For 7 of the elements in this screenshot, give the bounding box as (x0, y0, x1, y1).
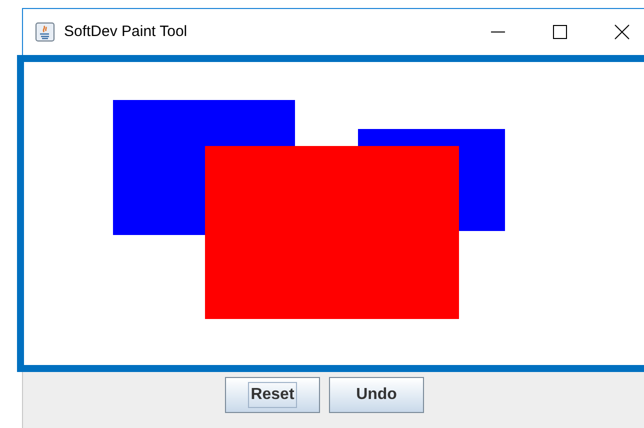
maximize-icon[interactable] (552, 24, 568, 40)
drawing-canvas[interactable] (17, 55, 644, 372)
app-icon (35, 22, 55, 42)
action-button[interactable]: Reset (225, 377, 320, 413)
window-title: SoftDev Paint Tool (64, 22, 188, 42)
action-button[interactable]: Undo (329, 377, 424, 413)
close-icon[interactable] (614, 24, 630, 40)
